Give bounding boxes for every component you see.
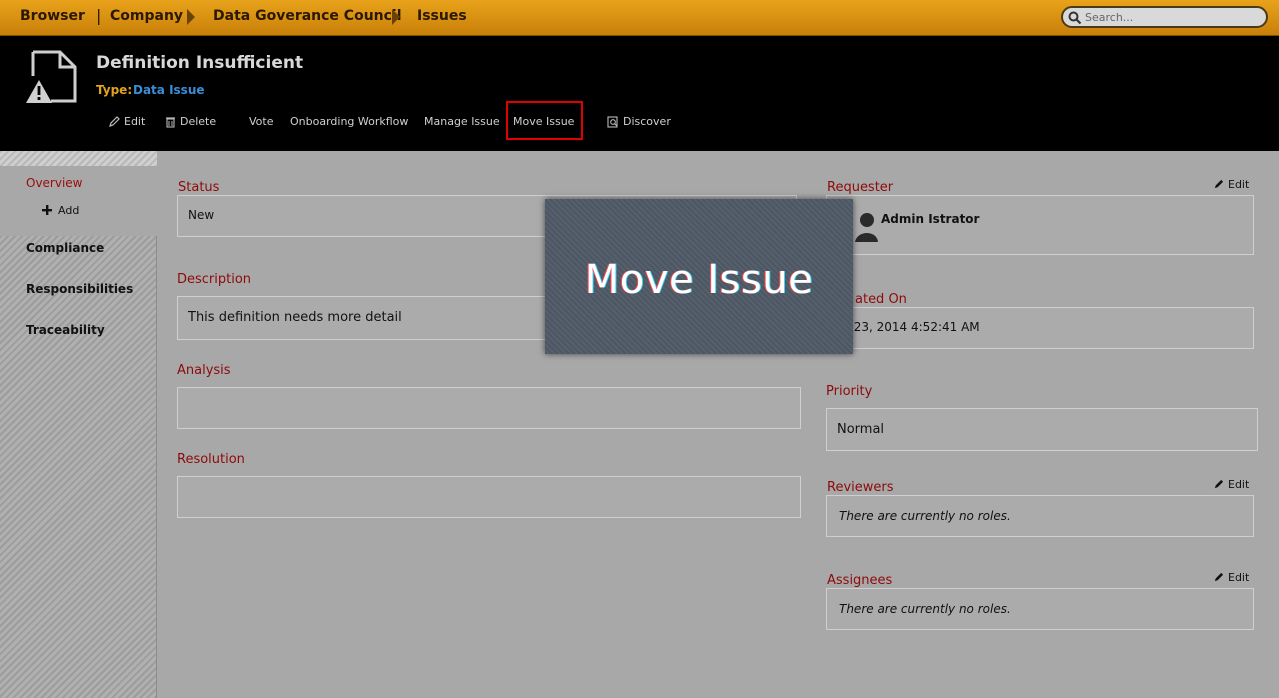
search-box[interactable] (1061, 6, 1268, 28)
reviewers-label: Reviewers (827, 480, 894, 495)
edit-button[interactable]: Edit (108, 115, 145, 128)
requester-label: Requester (827, 180, 894, 195)
assignees-edit-button[interactable]: Edit (1213, 571, 1249, 584)
analysis-field[interactable] (177, 387, 801, 429)
chevron-right-icon (187, 9, 195, 25)
delete-button[interactable]: Delete (165, 115, 216, 128)
reviewers-edit-label: Edit (1228, 478, 1250, 491)
manage-issue-button[interactable]: Manage Issue (424, 115, 500, 128)
priority-label: Priority (826, 384, 873, 399)
discover-button[interactable]: Discover (607, 115, 671, 128)
avatar (855, 213, 878, 242)
sidebar-item-traceability[interactable]: Traceability (26, 323, 105, 337)
onboarding-workflow-button[interactable]: Onboarding Workflow (290, 115, 408, 128)
resolution-field[interactable] (177, 476, 801, 518)
breadcrumb-browser[interactable]: Browser (20, 8, 85, 24)
requester-edit-button[interactable]: Edit (1213, 178, 1249, 191)
delete-label: Delete (180, 115, 217, 128)
move-issue-highlight (506, 101, 583, 140)
created-on-label: ated On (855, 292, 907, 307)
created-on-value: r 23, 2014 4:52:41 AM (845, 320, 980, 334)
type-link[interactable]: Data Issue (133, 83, 205, 97)
pencil-icon (1214, 572, 1224, 582)
pencil-icon (1214, 179, 1224, 189)
priority-value: Normal (837, 422, 885, 437)
discover-label: Discover (623, 115, 671, 128)
search-input[interactable] (1085, 9, 1263, 25)
analysis-label: Analysis (177, 363, 231, 378)
status-label: Status (178, 180, 220, 195)
zoom-callout-text: Move Issue (584, 257, 814, 303)
assignees-empty-text: There are currently no roles. (839, 602, 1011, 616)
reviewers-empty-text: There are currently no roles. (839, 509, 1011, 523)
breadcrumb-data-governance-council[interactable]: Data Goverance Council (213, 8, 402, 24)
breadcrumb-separator: | (96, 6, 102, 25)
search-icon (1068, 11, 1082, 25)
edit-label: Edit (124, 115, 146, 128)
description-value: This definition needs more detail (188, 310, 402, 325)
move-issue-zoom-callout: Move Issue (545, 199, 853, 354)
requester-edit-label: Edit (1228, 178, 1250, 191)
add-label: Add (58, 204, 80, 217)
description-label: Description (177, 272, 252, 287)
resolution-label: Resolution (177, 452, 245, 467)
sidebar-item-compliance[interactable]: Compliance (26, 241, 104, 255)
status-value: New (188, 208, 215, 222)
discover-icon (607, 116, 618, 128)
vote-button[interactable]: Vote (249, 115, 273, 128)
assignees-edit-label: Edit (1228, 571, 1250, 584)
sidebar: Overview Add Compliance Responsibilities… (0, 151, 157, 698)
plus-icon (42, 205, 52, 215)
sidebar-item-overview[interactable]: Overview (26, 176, 83, 190)
asset-header: Definition Insufficient Type: Data Issue… (0, 36, 1279, 151)
type-label: Type: (96, 83, 133, 97)
pencil-icon (109, 116, 120, 127)
breadcrumb-company[interactable]: Company (110, 8, 183, 24)
pencil-icon (1214, 479, 1224, 489)
sidebar-item-responsibilities[interactable]: Responsibilities (26, 282, 133, 296)
chevron-right-icon (392, 9, 400, 25)
breadcrumb-issues[interactable]: Issues (417, 8, 467, 24)
issue-document-warning-icon (26, 50, 77, 103)
page-title: Definition Insufficient (96, 53, 304, 73)
reviewers-edit-button[interactable]: Edit (1213, 478, 1249, 491)
trash-icon (166, 117, 175, 128)
assignees-label: Assignees (827, 573, 893, 588)
priority-field[interactable] (826, 408, 1258, 451)
top-navigation-bar: Browser | Company Data Goverance Council… (0, 0, 1279, 36)
sidebar-top-strip (0, 151, 157, 166)
sidebar-add-button[interactable]: Add (42, 204, 79, 217)
requester-name[interactable]: Admin Istrator (881, 212, 979, 226)
